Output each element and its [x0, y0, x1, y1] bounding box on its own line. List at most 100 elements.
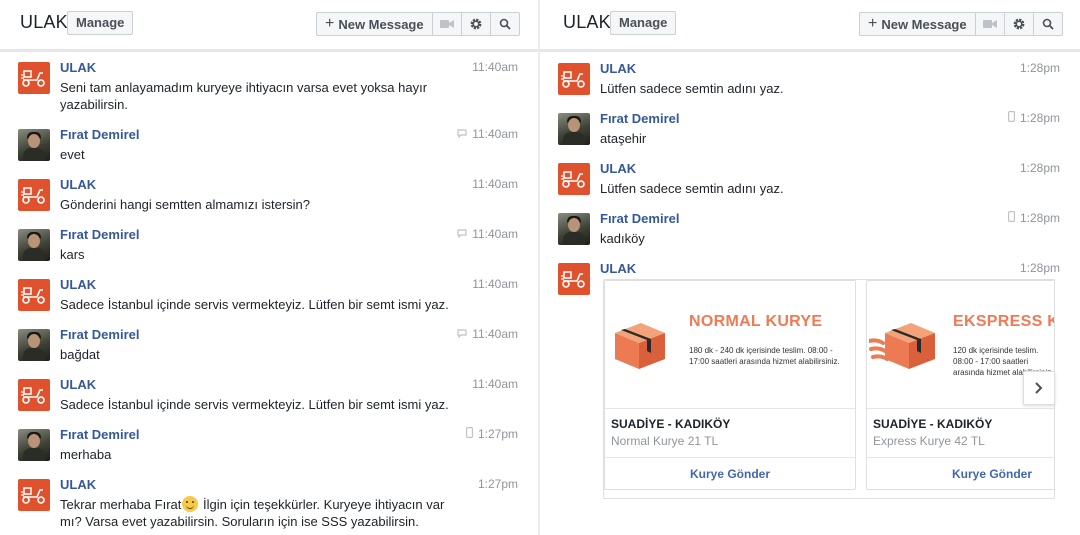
ulak-avatar: [18, 379, 50, 411]
sender-name[interactable]: Fırat Demirel: [60, 427, 139, 442]
message-row: Fırat Demirel 11:40am evet: [0, 127, 538, 175]
message-text: Seni tam anlayamadım kuryeye ihtiyacın v…: [60, 80, 428, 112]
sender-name[interactable]: ULAK: [60, 60, 96, 75]
timestamp-text: 1:28pm: [1019, 111, 1060, 125]
search-button[interactable]: [1032, 13, 1062, 35]
message-timestamp: 1:27pm: [465, 427, 518, 441]
user-avatar: [18, 129, 50, 161]
message-timestamp: 1:27pm: [478, 477, 518, 491]
scooter-logo-icon: [21, 187, 45, 204]
scooter-logo-icon: [21, 287, 45, 304]
ulak-avatar: [558, 163, 590, 195]
settings-button[interactable]: [1003, 13, 1033, 35]
message-row: Fırat Demirel 1:27pm merhaba: [0, 427, 538, 475]
sender-name[interactable]: ULAK: [60, 277, 96, 292]
kurye-gonder-button[interactable]: Kurye Gönder: [605, 457, 855, 490]
timestamp-text: 11:40am: [472, 277, 518, 291]
ulak-avatar: [558, 63, 590, 95]
message-row: ULAK 11:40am Sadece İstanbul içinde servis…: [0, 277, 538, 325]
message-timestamp: 11:40am: [472, 277, 518, 291]
user-avatar: [18, 329, 50, 361]
timestamp-text: 1:27pm: [477, 427, 518, 441]
message-text: bağdat: [60, 347, 100, 362]
message-text: merhaba: [60, 447, 112, 462]
header-toolbar: + New Message: [859, 12, 1063, 36]
sender-name[interactable]: Fırat Demirel: [60, 327, 139, 342]
timestamp-text: 1:27pm: [477, 477, 518, 491]
video-call-button[interactable]: [974, 13, 1004, 35]
settings-button[interactable]: [460, 13, 490, 35]
message-timestamp: 1:28pm: [1007, 211, 1060, 225]
message-text: Sadece İstanbul içinde servis vermekteyi…: [60, 297, 449, 312]
message-text: kadıköy: [600, 231, 645, 246]
message-timestamp: 11:40am: [472, 177, 518, 191]
sender-name[interactable]: Fırat Demirel: [60, 127, 139, 142]
video-camera-icon: [982, 20, 997, 28]
message-text: kars: [60, 247, 85, 262]
kurye-gonder-button[interactable]: Kurye Gönder: [867, 457, 1054, 490]
message-text-part: Tekrar merhaba Fırat: [60, 497, 182, 512]
scooter-logo-icon: [561, 271, 585, 288]
sender-name[interactable]: ULAK: [60, 177, 96, 192]
message-timestamp: 11:40am: [457, 127, 518, 141]
new-message-label: New Message: [881, 16, 967, 32]
left-chat-pane: ULAK Manage + New Message ULAK 11:40am Sen…: [0, 0, 538, 535]
message-timestamp: 1:28pm: [1020, 261, 1060, 275]
ulak-avatar: [18, 179, 50, 211]
scooter-logo-icon: [21, 387, 45, 404]
message-row: ULAK 11:40am Gönderini hangi semtten almam…: [0, 177, 538, 225]
sender-name[interactable]: ULAK: [60, 477, 96, 492]
ulak-avatar: [18, 479, 50, 511]
message-text: ataşehir: [600, 131, 647, 146]
message-row: ULAK 11:40am Sadece İstanbul içinde servis…: [0, 377, 538, 425]
timestamp-text: 11:40am: [472, 227, 518, 241]
sender-name[interactable]: Fırat Demirel: [60, 227, 139, 242]
page-title: ULAK: [563, 12, 611, 32]
product-carousel: NORMAL KURYE 180 dk - 240 dk içerisinde …: [603, 279, 1055, 499]
plus-icon: +: [325, 15, 335, 32]
timestamp-text: 1:28pm: [1019, 211, 1060, 225]
message-row: Fırat Demirel 11:40am kars: [0, 227, 538, 275]
sender-name[interactable]: ULAK: [600, 261, 636, 276]
message-row: Fırat Demirel 1:28pm ataşehir: [540, 111, 1080, 159]
video-call-button[interactable]: [431, 13, 461, 35]
message-timestamp: 11:40am: [457, 327, 518, 341]
user-avatar: [18, 229, 50, 261]
message-timestamp: 1:28pm: [1020, 61, 1060, 75]
smiley-emoji-icon: [182, 496, 199, 512]
sender-name[interactable]: Fırat Demirel: [600, 111, 679, 126]
mobile-phone-icon: [1007, 211, 1015, 225]
user-avatar: [18, 429, 50, 461]
gear-icon: [470, 18, 482, 30]
ulak-avatar: [18, 279, 50, 311]
gear-icon: [1013, 18, 1025, 30]
carousel-next-button[interactable]: [1023, 371, 1055, 405]
sender-name[interactable]: ULAK: [600, 161, 636, 176]
timestamp-text: 11:40am: [472, 377, 518, 391]
new-message-button[interactable]: + New Message: [860, 13, 975, 35]
sender-name[interactable]: ULAK: [600, 61, 636, 76]
timestamp-text: 1:28pm: [1019, 161, 1060, 175]
sender-name[interactable]: ULAK: [60, 377, 96, 392]
video-camera-icon: [439, 20, 454, 28]
message-row: ULAK 11:40am Seni tam anlayamadım kuryeye …: [0, 60, 538, 112]
sender-name[interactable]: Fırat Demirel: [600, 211, 679, 226]
package-box-icon: [869, 323, 935, 369]
page-title: ULAK: [20, 12, 68, 32]
manage-button[interactable]: Manage: [67, 11, 134, 35]
message-text: Lütfen sadece semtin adını yaz.: [600, 81, 784, 96]
message-row: Fırat Demirel 1:28pm kadıköy: [540, 211, 1080, 259]
timestamp-text: 11:40am: [472, 177, 518, 191]
message-bubble-icon: [457, 327, 467, 341]
message-timestamp: 11:40am: [457, 227, 518, 241]
new-message-button[interactable]: + New Message: [317, 13, 432, 35]
timestamp-text: 11:40am: [472, 127, 518, 141]
timestamp-text: 1:28pm: [1019, 61, 1060, 75]
message-text: Lütfen sadece semtin adını yaz.: [600, 181, 784, 196]
message-timestamp: 11:40am: [472, 60, 518, 74]
user-avatar: [558, 213, 590, 245]
message-timestamp: 1:28pm: [1007, 111, 1060, 125]
manage-button[interactable]: Manage: [610, 11, 677, 35]
search-button[interactable]: [489, 13, 519, 35]
carousel-card-normal[interactable]: NORMAL KURYE 180 dk - 240 dk içerisinde …: [604, 280, 856, 490]
